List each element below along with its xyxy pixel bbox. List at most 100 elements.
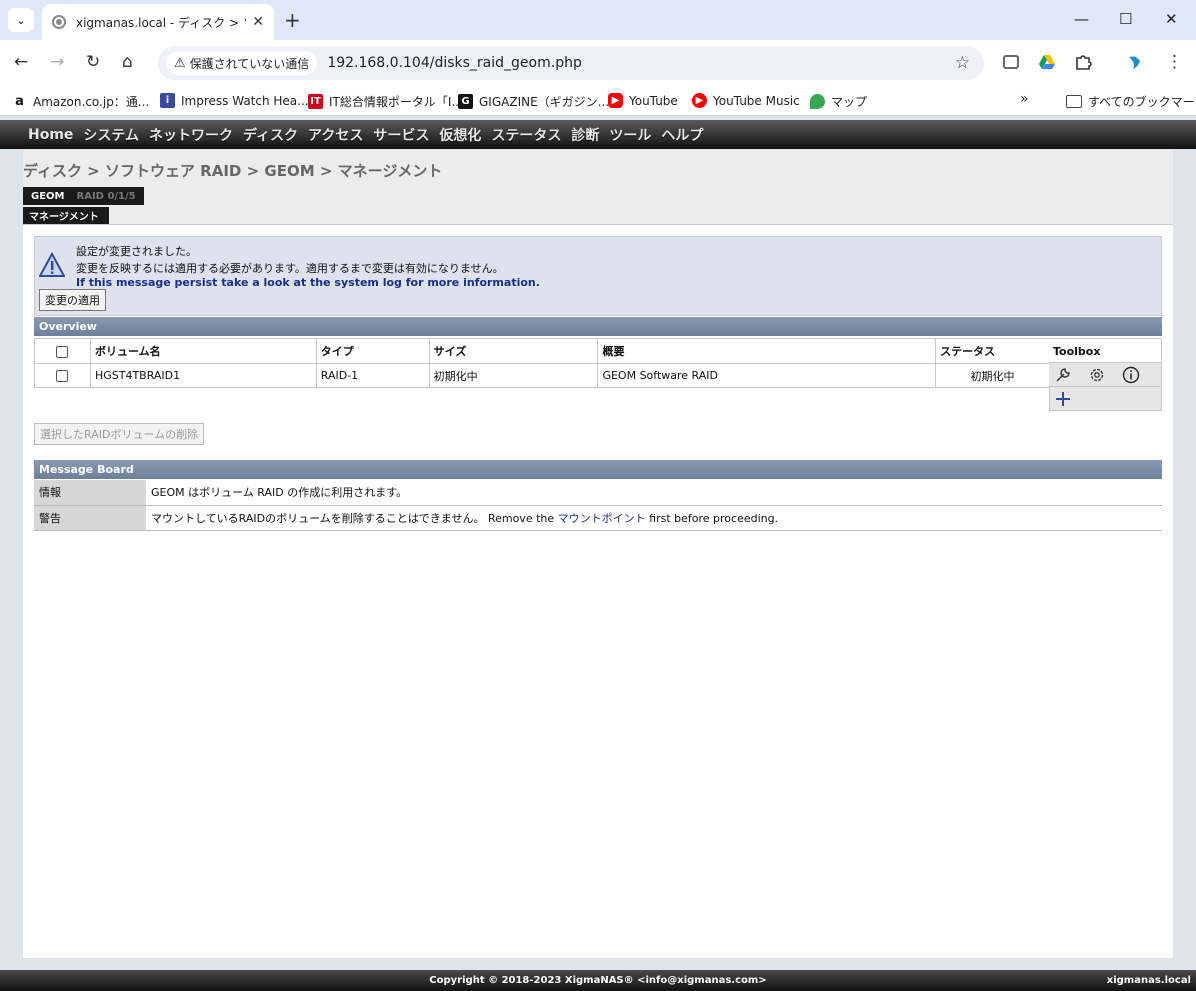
tab-row-secondary: マネージメント [23, 207, 109, 224]
alert-line2: 変更を反映するには適用する必要があります。適用するまで変更は有効になりません。 [76, 262, 504, 275]
row-select-cell [34, 363, 91, 388]
overview-header: Overview [34, 317, 1162, 336]
main-menu: Home システム ネットワーク ディスク アクセス サービス 仮想化 ステータ… [0, 120, 1196, 149]
bookmark-item[interactable]: a Amazon.co.jp：通... [12, 93, 149, 110]
warning-text-part2: first before proceeding. [645, 511, 779, 525]
address-bar[interactable]: ⚠ 保護されていない通信 192.168.0.104/disks_raid_ge… [158, 46, 984, 80]
mount-point-link[interactable]: マウントポイント [558, 512, 646, 525]
row-checkbox[interactable] [56, 370, 69, 382]
maps-pin-icon [810, 94, 825, 109]
plus-icon[interactable] [1054, 390, 1072, 408]
tab-management[interactable]: マネージメント [23, 208, 105, 223]
gear-icon[interactable] [1088, 366, 1106, 384]
message-board-table: 情報 GEOM はボリューム RAID の作成に利用されます。 警告 マウントし… [34, 480, 1162, 531]
table-header-row: ボリューム名 タイプ サイズ 概要 ステータス [34, 338, 1050, 364]
toolbox-add-row [1049, 387, 1162, 411]
bookmark-star-icon[interactable]: ☆ [955, 53, 970, 73]
bookmark-label: GIGAZINE（ギガジン... [479, 95, 610, 109]
bookmark-label: IT総合情報ポータル「I... [329, 95, 463, 109]
extensions-puzzle-icon[interactable] [1074, 53, 1092, 71]
table-row: HGST4TBRAID1 RAID-1 初期化中 GEOM Software R… [34, 363, 1050, 388]
bookmark-item[interactable]: ▶ YouTube Music [692, 93, 800, 108]
menu-access[interactable]: アクセス [308, 125, 363, 145]
window-close-icon[interactable]: ✕ [1165, 10, 1178, 28]
warning-triangle-icon [39, 252, 65, 277]
menu-virtualization[interactable]: 仮想化 [439, 125, 481, 145]
menu-network[interactable]: ネットワーク [149, 125, 233, 145]
all-bookmarks-label: すべてのブックマーク [1088, 95, 1196, 109]
cell-description: GEOM Software RAID [597, 363, 937, 388]
chevron-down-icon: ⌄ [16, 13, 26, 27]
apply-changes-button[interactable]: 変更の適用 [39, 289, 106, 311]
youtube-icon: ▶ [608, 93, 623, 108]
more-bookmarks-icon[interactable]: » [1020, 91, 1029, 107]
all-bookmarks-button[interactable]: すべてのブックマーク [1066, 93, 1196, 110]
browser-tab[interactable]: xigmanas.local - ディスク > ソフトウ ✕ [42, 4, 274, 40]
col-status: ステータス [935, 338, 1050, 364]
menu-status[interactable]: ステータス [491, 125, 561, 145]
back-arrow-icon[interactable]: ← [14, 52, 28, 72]
gigazine-icon: G [458, 94, 473, 109]
browser-toolbar: ← → ↻ ⌂ ⚠ 保護されていない通信 192.168.0.104/disks… [0, 40, 1196, 86]
menu-home[interactable]: Home [28, 127, 73, 143]
wrench-icon[interactable] [1054, 366, 1072, 384]
menu-help[interactable]: ヘルプ [661, 125, 703, 145]
bookmark-item[interactable]: IT IT総合情報ポータル「I... [308, 93, 463, 110]
browser-tabstrip: ⌄ xigmanas.local - ディスク > ソフトウ ✕ + — ☐ ✕ [0, 0, 1196, 40]
bookmark-item[interactable]: ▶ YouTube [608, 93, 678, 108]
bookmark-item[interactable]: i Impress Watch Hea... [160, 93, 309, 108]
copyright-text: Copyright © 2018-2023 XigmaNAS® <info@xi… [429, 975, 767, 986]
tab-close-icon[interactable]: ✕ [252, 14, 264, 30]
delete-selected-raid-button[interactable]: 選択したRAIDボリュームの削除 [34, 423, 205, 445]
forward-arrow-icon[interactable]: → [50, 52, 64, 72]
col-volume-name: ボリューム名 [89, 338, 317, 364]
toolbox-header: Toolbox [1049, 338, 1162, 363]
minimize-icon[interactable]: — [1074, 10, 1089, 28]
tab-title: xigmanas.local - ディスク > ソフトウ [76, 15, 246, 30]
bookmark-item[interactable]: マップ [810, 93, 867, 110]
alert-line3: If this message persist take a look at t… [76, 276, 540, 289]
select-all-checkbox[interactable] [56, 345, 69, 358]
bookmark-label: YouTube [629, 93, 678, 108]
menu-diagnostics[interactable]: 診断 [571, 125, 599, 145]
youtube-music-icon: ▶ [692, 93, 707, 108]
bookmarks-bar: a Amazon.co.jp：通... i Impress Watch Hea...… [0, 86, 1196, 116]
new-tab-button[interactable]: + [284, 8, 301, 32]
tab-geom[interactable]: GEOM [23, 191, 73, 202]
select-all-cell [34, 338, 91, 364]
tab-raid-015[interactable]: RAID 0/1/5 [73, 191, 140, 202]
cast-icon[interactable] [1003, 55, 1019, 69]
config-changed-alert: 設定が変更されました。 変更を反映するには適用する必要があります。適用するまで変… [34, 236, 1162, 316]
info-icon[interactable] [1122, 366, 1140, 384]
bookmark-label: Impress Watch Hea... [181, 93, 309, 108]
message-row-info: 情報 GEOM はボリューム RAID の作成に利用されます。 [34, 480, 1162, 506]
menu-services[interactable]: サービス [373, 125, 429, 145]
bookmark-label: マップ [831, 95, 868, 109]
toolbox-row [1049, 363, 1162, 387]
volume-table: ボリューム名 タイプ サイズ 概要 ステータス HGST4TBRAID1 RAI… [34, 338, 1050, 388]
home-icon[interactable]: ⌂ [122, 52, 133, 72]
tab-search-button[interactable]: ⌄ [8, 8, 34, 32]
impress-icon: i [160, 93, 175, 108]
info-value: GEOM はボリューム RAID の作成に利用されます。 [146, 480, 1162, 506]
site-favicon-icon [52, 15, 66, 29]
menu-system[interactable]: システム [83, 125, 139, 145]
security-chip[interactable]: ⚠ 保護されていない通信 [166, 51, 318, 75]
kebab-menu-icon[interactable]: ⋮ [1166, 52, 1183, 72]
cell-type: RAID-1 [315, 363, 430, 388]
col-type: タイプ [315, 338, 430, 364]
message-row-warning: 警告 マウントしているRAIDのボリュームを削除することはできません。 Remo… [34, 505, 1162, 531]
tab-row-primary: GEOM RAID 0/1/5 [23, 187, 144, 205]
reload-icon[interactable]: ↻ [86, 52, 100, 72]
google-drive-icon[interactable] [1038, 53, 1056, 71]
bookmark-item[interactable]: G GIGAZINE（ギガジン... [458, 93, 609, 110]
cell-size: 初期化中 [428, 363, 599, 388]
profile-dolphin-icon[interactable] [1126, 53, 1144, 71]
menu-tools[interactable]: ツール [609, 125, 651, 145]
col-size: サイズ [428, 338, 599, 364]
url-text[interactable]: 192.168.0.104/disks_raid_geom.php [327, 55, 582, 71]
menu-disks[interactable]: ディスク [243, 125, 298, 145]
bookmark-label: Amazon.co.jp：通... [33, 95, 150, 109]
maximize-icon[interactable]: ☐ [1119, 10, 1132, 28]
toolbox: Toolbox [1049, 338, 1162, 411]
